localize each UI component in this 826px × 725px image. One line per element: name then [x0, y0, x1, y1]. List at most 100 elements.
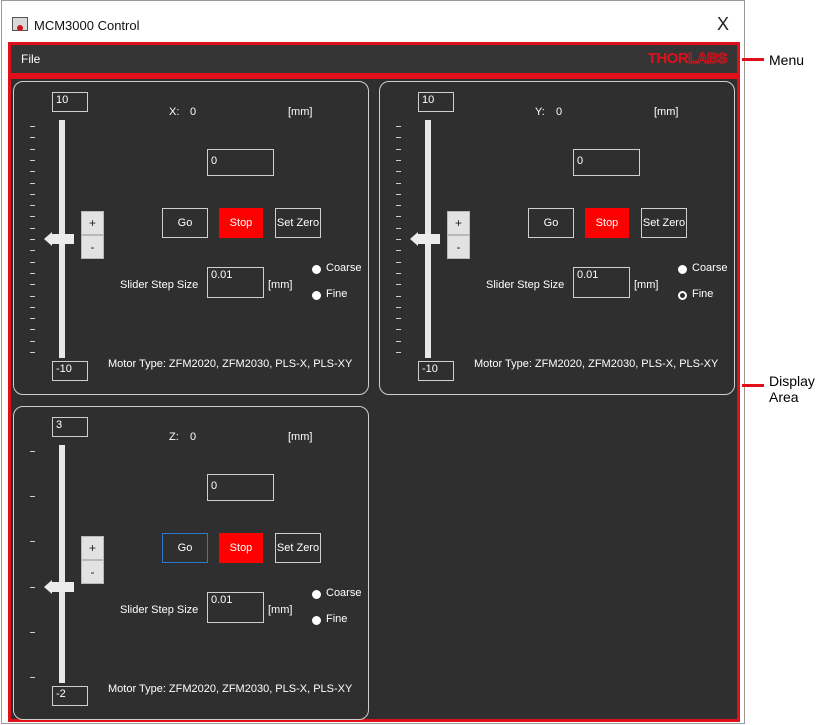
x-target-field[interactable]: 0	[207, 149, 274, 176]
z-slider-max-field[interactable]: 3	[52, 417, 88, 437]
y-slider-tick	[396, 296, 401, 297]
y-target-field[interactable]: 0	[573, 149, 640, 176]
x-position-value: 0	[190, 106, 197, 118]
x-coarse-label: Coarse	[326, 262, 362, 274]
y-slider-tick	[396, 307, 401, 308]
y-slider-tick	[396, 239, 401, 240]
y-step-size-field[interactable]: 0.01	[573, 267, 630, 298]
x-position-unit: [mm]	[288, 106, 313, 118]
y-coarse-label: Coarse	[692, 262, 728, 274]
y-fine-radio[interactable]	[678, 291, 687, 300]
menu-callout-line	[742, 58, 764, 61]
y-slider-thumb[interactable]	[410, 232, 440, 246]
x-minus-button[interactable]: -	[81, 235, 104, 259]
display-area: 10 -10 + - X: 0 [mm] 0 Go Stop Set Zero Slider Step…	[8, 76, 740, 722]
x-fine-label: Fine	[326, 288, 348, 300]
z-step-unit: [mm]	[268, 604, 293, 616]
z-coarse-label: Coarse	[326, 587, 362, 599]
y-slider-tick	[396, 341, 401, 342]
z-minus-button[interactable]: -	[81, 560, 104, 584]
z-target-field[interactable]: 0	[207, 474, 274, 501]
y-motor-type: Motor Type: ZFM2020, ZFM2030, PLS-X, PLS…	[474, 358, 719, 370]
z-motor-type: Motor Type: ZFM2020, ZFM2030, PLS-X, PLS…	[108, 683, 353, 695]
file-menu[interactable]: File	[21, 52, 40, 66]
y-fine-label: Fine	[692, 288, 714, 300]
close-button[interactable]: X	[708, 11, 738, 37]
x-slider-tick	[30, 171, 35, 172]
slider-thumb-tip	[410, 232, 418, 246]
x-slider-tick	[30, 307, 35, 308]
y-step-size-label: Slider Step Size	[486, 279, 565, 291]
y-slider-tick	[396, 137, 401, 138]
x-motor-type: Motor Type: ZFM2020, ZFM2030, PLS-X, PLS…	[108, 358, 353, 370]
y-slider-tick	[396, 250, 401, 251]
logo-outline-text: LABS	[688, 50, 728, 68]
slider-thumb-body	[418, 234, 440, 244]
z-go-button[interactable]: Go	[162, 533, 208, 563]
z-slider-track[interactable]	[59, 445, 65, 683]
y-slider-tick	[396, 149, 401, 150]
title-bar: MCM3000 Control X	[2, 1, 744, 45]
x-slider-tick	[30, 160, 35, 161]
z-stop-button[interactable]: Stop	[219, 533, 263, 563]
y-slider-max-field[interactable]: 10	[418, 92, 454, 112]
z-position-unit: [mm]	[288, 431, 313, 443]
z-slider-thumb[interactable]	[44, 580, 74, 594]
slider-thumb-tip	[44, 580, 52, 594]
x-slider-tick	[30, 205, 35, 206]
y-plus-button[interactable]: +	[447, 211, 470, 235]
x-slider-min-field[interactable]: -10	[52, 361, 88, 381]
y-coarse-radio[interactable]	[678, 265, 687, 274]
y-slider-tick	[396, 126, 401, 127]
x-stop-button[interactable]: Stop	[219, 208, 263, 238]
z-step-size-field[interactable]: 0.01	[207, 592, 264, 623]
z-coarse-radio[interactable]	[312, 590, 321, 599]
y-position-value: 0	[556, 106, 563, 118]
z-slider-tick	[30, 451, 35, 452]
thorlabs-logo: THORLABS	[648, 50, 728, 68]
x-slider-tick	[30, 194, 35, 195]
y-slider-tick	[396, 194, 401, 195]
z-set-zero-button[interactable]: Set Zero	[275, 533, 321, 563]
y-axis-panel: 10 -10 + - Y: 0 [mm] 0 Go Stop Set Zero Slider Step…	[379, 81, 735, 395]
x-slider-thumb[interactable]	[44, 232, 74, 246]
y-slider-tick	[396, 318, 401, 319]
x-slider-tick	[30, 329, 35, 330]
y-slider-min-field[interactable]: -10	[418, 361, 454, 381]
z-slider-min-field[interactable]: -2	[52, 686, 88, 706]
x-slider-tick	[30, 126, 35, 127]
slider-thumb-body	[52, 234, 74, 244]
x-fine-radio[interactable]	[312, 291, 321, 300]
z-slider-tick	[30, 632, 35, 633]
y-minus-button[interactable]: -	[447, 235, 470, 259]
y-slider-tick	[396, 183, 401, 184]
z-plus-button[interactable]: +	[81, 536, 104, 560]
menu-bar: File THORLABS	[8, 42, 740, 76]
y-slider-tick	[396, 329, 401, 330]
display-annotation-line1: Display	[769, 373, 815, 389]
x-axis-label: X:	[169, 106, 180, 118]
x-slider-tick	[30, 183, 35, 184]
x-coarse-radio[interactable]	[312, 265, 321, 274]
x-go-button[interactable]: Go	[162, 208, 208, 238]
z-fine-radio[interactable]	[312, 616, 321, 625]
x-slider-tick	[30, 296, 35, 297]
x-slider-max-field[interactable]: 10	[52, 92, 88, 112]
y-slider-tick	[396, 171, 401, 172]
x-axis-panel: 10 -10 + - X: 0 [mm] 0 Go Stop Set Zero Slider Step…	[13, 81, 369, 395]
y-go-button[interactable]: Go	[528, 208, 574, 238]
x-step-size-field[interactable]: 0.01	[207, 267, 264, 298]
z-slider-tick	[30, 587, 35, 588]
window-title: MCM3000 Control	[34, 18, 140, 33]
x-set-zero-button[interactable]: Set Zero	[275, 208, 321, 238]
x-plus-button[interactable]: +	[81, 211, 104, 235]
x-slider-tick	[30, 216, 35, 217]
x-slider-tick	[30, 239, 35, 240]
y-slider-tick	[396, 284, 401, 285]
display-annotation-line2: Area	[769, 389, 799, 405]
x-slider-tick	[30, 137, 35, 138]
y-step-unit: [mm]	[634, 279, 659, 291]
y-stop-button[interactable]: Stop	[585, 208, 629, 238]
x-slider-tick	[30, 318, 35, 319]
y-set-zero-button[interactable]: Set Zero	[641, 208, 687, 238]
